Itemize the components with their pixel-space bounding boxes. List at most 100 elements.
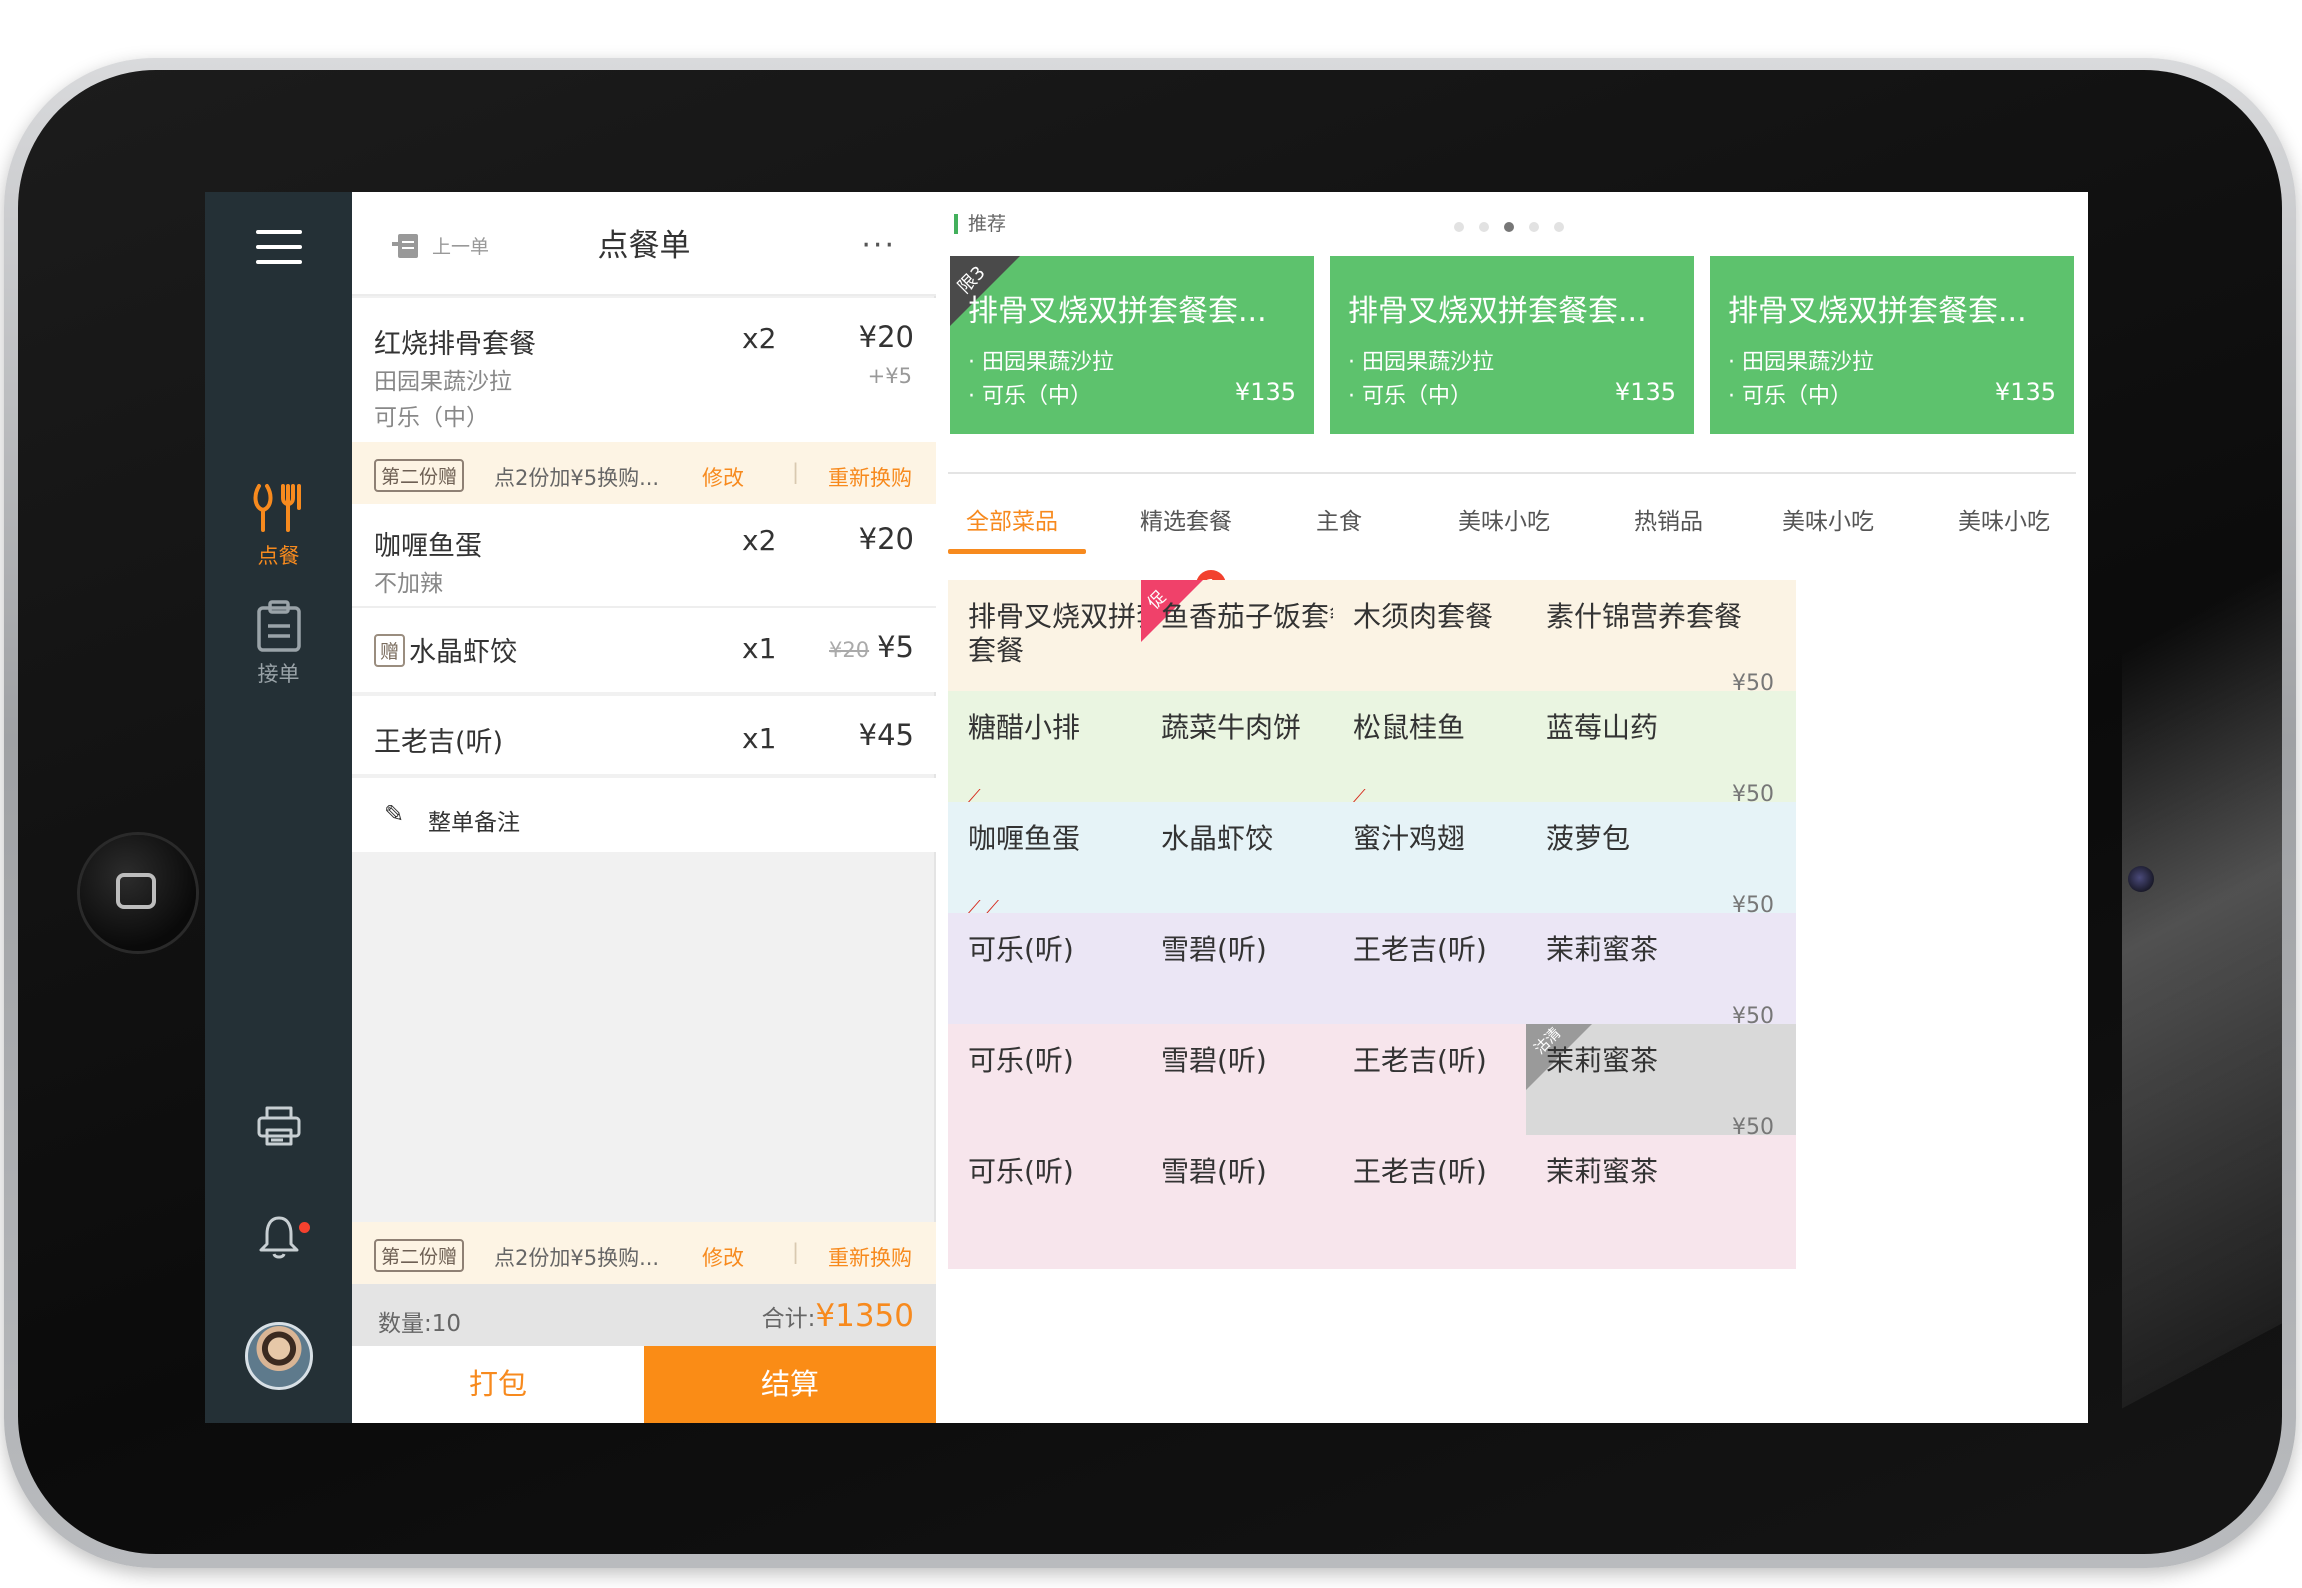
carousel-dot[interactable] bbox=[1554, 222, 1564, 232]
carousel-dot[interactable] bbox=[1454, 222, 1464, 232]
order-item-sub: 田园果蔬沙拉 bbox=[374, 369, 512, 395]
promo-redo-link[interactable]: 重新换购 bbox=[828, 462, 912, 492]
side-nav: 点餐 接单 bbox=[205, 192, 352, 1423]
order-note-label: 整单备注 bbox=[428, 810, 520, 836]
promo-edit-link[interactable]: 修改 bbox=[702, 1242, 744, 1272]
dish-name: 茉莉蜜茶 bbox=[1546, 1155, 1659, 1188]
tab-hot[interactable]: 热销品 bbox=[1634, 502, 1703, 536]
carousel-dot[interactable] bbox=[1479, 222, 1489, 232]
page-title: 点餐单 bbox=[597, 228, 691, 264]
promo-separator: | bbox=[792, 1240, 800, 1264]
order-item-price: ¥5 bbox=[877, 630, 914, 664]
carousel-dot[interactable] bbox=[1529, 222, 1539, 232]
recommend-card-title: 排骨叉烧双拼套餐套... bbox=[1348, 294, 1647, 329]
recommend-card[interactable]: 限3 排骨叉烧双拼套餐套... · 田园果蔬沙拉 · 可乐（中） ¥135 bbox=[950, 256, 1314, 434]
carousel-dot-active[interactable] bbox=[1504, 222, 1514, 232]
promo-text: 点2份加¥5换购... bbox=[494, 1246, 660, 1270]
utensils-icon bbox=[253, 484, 301, 532]
recommend-card[interactable]: 排骨叉烧双拼套餐套... · 田园果蔬沙拉 · 可乐（中） ¥135 bbox=[1330, 256, 1694, 434]
gift-tag: 赠 bbox=[374, 634, 406, 667]
dish-name: 蓝莓山药 bbox=[1546, 711, 1659, 744]
tab-featured-sets[interactable]: 精选套餐 bbox=[1140, 502, 1232, 536]
promo-tag: 第二份赠 bbox=[374, 459, 465, 492]
nav-label-accept: 接单 bbox=[257, 662, 300, 686]
app-screen: 点餐 接单 上一单 点餐单 ··· 红烧排骨套餐 x2 ¥20 田园果蔬沙拉 +… bbox=[205, 192, 2088, 1423]
pencil-icon: ✎ bbox=[384, 800, 405, 828]
avatar[interactable] bbox=[245, 1322, 313, 1390]
dish-name: 茉莉蜜茶 bbox=[1546, 1044, 1659, 1077]
order-total: 合计:¥1350 bbox=[762, 1298, 914, 1334]
order-item-qty: x1 bbox=[742, 722, 777, 755]
order-item-sub: 可乐（中） bbox=[374, 405, 489, 431]
item-count: 数量:10 bbox=[378, 1311, 462, 1337]
order-item-qty: x2 bbox=[742, 524, 777, 557]
more-options-icon[interactable]: ··· bbox=[861, 228, 896, 263]
nav-item-order[interactable]: 点餐 bbox=[205, 482, 352, 570]
recommend-label: 推荐 bbox=[954, 214, 1006, 234]
notification-dot bbox=[299, 1222, 310, 1233]
home-square-icon bbox=[116, 873, 156, 909]
order-item-qty: x1 bbox=[742, 632, 777, 665]
bell-icon[interactable] bbox=[255, 1212, 303, 1260]
recommend-card-price: ¥135 bbox=[1234, 378, 1296, 406]
tab-snacks[interactable]: 美味小吃 bbox=[1458, 502, 1550, 536]
order-item-name: 咖喱鱼蛋 bbox=[374, 531, 482, 562]
home-button[interactable] bbox=[80, 835, 196, 951]
tab-snacks-2[interactable]: 美味小吃 bbox=[1782, 502, 1874, 536]
order-summary: 数量:10 合计:¥1350 bbox=[352, 1284, 936, 1346]
tab-all-dishes[interactable]: 全部菜品 bbox=[966, 502, 1058, 536]
order-item[interactable]: 王老吉(听) x1 ¥45 bbox=[352, 696, 936, 774]
order-item-name: 红烧排骨套餐 bbox=[374, 329, 536, 360]
tabs-divider bbox=[948, 472, 2076, 474]
clipboard-icon bbox=[256, 600, 301, 652]
order-item-qty: x2 bbox=[742, 322, 777, 355]
recommend-card-line: · 田园果蔬沙拉 bbox=[1728, 350, 1874, 375]
promo-text: 点2份加¥5换购... bbox=[494, 466, 660, 490]
active-tab-indicator bbox=[948, 549, 1086, 554]
promo-tag: 第二份赠 bbox=[374, 1239, 465, 1272]
order-item-price: ¥20 bbox=[858, 522, 914, 556]
pack-button[interactable]: 打包 bbox=[352, 1346, 644, 1423]
order-panel: 上一单 点餐单 ··· 红烧排骨套餐 x2 ¥20 田园果蔬沙拉 +¥5 可乐（… bbox=[352, 192, 936, 1423]
promo-redo-link[interactable]: 重新换购 bbox=[828, 1242, 912, 1272]
recommend-card-line: · 可乐（中） bbox=[1728, 384, 1852, 409]
screen-glare bbox=[2122, 531, 2282, 1409]
recommend-card-price: ¥135 bbox=[1614, 378, 1676, 406]
dish-name: 菠萝包 bbox=[1546, 822, 1631, 855]
total-label: 合计: bbox=[761, 1306, 816, 1332]
nav-item-accept[interactable]: 接单 bbox=[205, 600, 352, 688]
order-note-row[interactable]: ✎ 整单备注 bbox=[352, 778, 936, 852]
order-item[interactable]: 红烧排骨套餐 x2 ¥20 田园果蔬沙拉 +¥5 可乐（中） bbox=[352, 298, 936, 442]
recommend-card-line: · 田园果蔬沙拉 bbox=[1348, 350, 1494, 375]
menu-panel: 推荐 限3 排骨叉烧双拼套餐套... · 田园果蔬沙拉 · 可乐（中） ¥135… bbox=[936, 192, 2088, 1423]
order-item-price-wrap: ¥20 ¥5 bbox=[829, 630, 914, 664]
tab-staple[interactable]: 主食 bbox=[1316, 502, 1362, 536]
tab-snacks-3[interactable]: 美味小吃 bbox=[1958, 502, 2050, 536]
printer-icon[interactable] bbox=[255, 1102, 303, 1150]
recommend-card-title: 排骨叉烧双拼套餐套... bbox=[1728, 294, 2027, 329]
carousel-dots[interactable] bbox=[1454, 222, 1564, 232]
promo-separator: | bbox=[792, 460, 800, 484]
order-item[interactable]: 赠水晶虾饺 x1 ¥20 ¥5 bbox=[352, 606, 936, 692]
order-item[interactable]: 咖喱鱼蛋 x2 ¥20 不加辣 bbox=[352, 504, 936, 606]
recommend-card[interactable]: 排骨叉烧双拼套餐套... · 田园果蔬沙拉 · 可乐（中） ¥135 bbox=[1710, 256, 2074, 434]
nav-label-order: 点餐 bbox=[257, 544, 300, 568]
order-item-sub: 不加辣 bbox=[374, 571, 443, 597]
dish-name: 茉莉蜜茶 bbox=[1546, 933, 1659, 966]
checkout-button[interactable]: 结算 bbox=[644, 1346, 936, 1423]
order-item-name: 王老吉(听) bbox=[374, 727, 504, 758]
order-item-extra-price: +¥5 bbox=[867, 364, 912, 388]
recommend-card-title: 排骨叉烧双拼套餐套... bbox=[968, 294, 1267, 329]
hamburger-menu-icon[interactable] bbox=[256, 230, 302, 264]
dish-name: 素什锦营养套餐 bbox=[1546, 600, 1743, 633]
order-item-price: ¥45 bbox=[858, 718, 914, 752]
order-item-name: 水晶虾饺 bbox=[409, 637, 518, 668]
promo-edit-link[interactable]: 修改 bbox=[702, 462, 744, 492]
promo-bar: 第二份赠 点2份加¥5换购... 修改 | 重新换购 bbox=[352, 442, 936, 504]
dish-card[interactable]: 茉莉蜜茶 bbox=[1526, 1135, 1796, 1269]
total-value: ¥1350 bbox=[815, 1298, 914, 1334]
original-price: ¥20 bbox=[829, 638, 870, 662]
promo-bar: 第二份赠 点2份加¥5换购... 修改 | 重新换购 bbox=[352, 1222, 936, 1284]
order-item-price: ¥20 bbox=[858, 320, 914, 354]
camera-lens bbox=[2128, 866, 2154, 892]
